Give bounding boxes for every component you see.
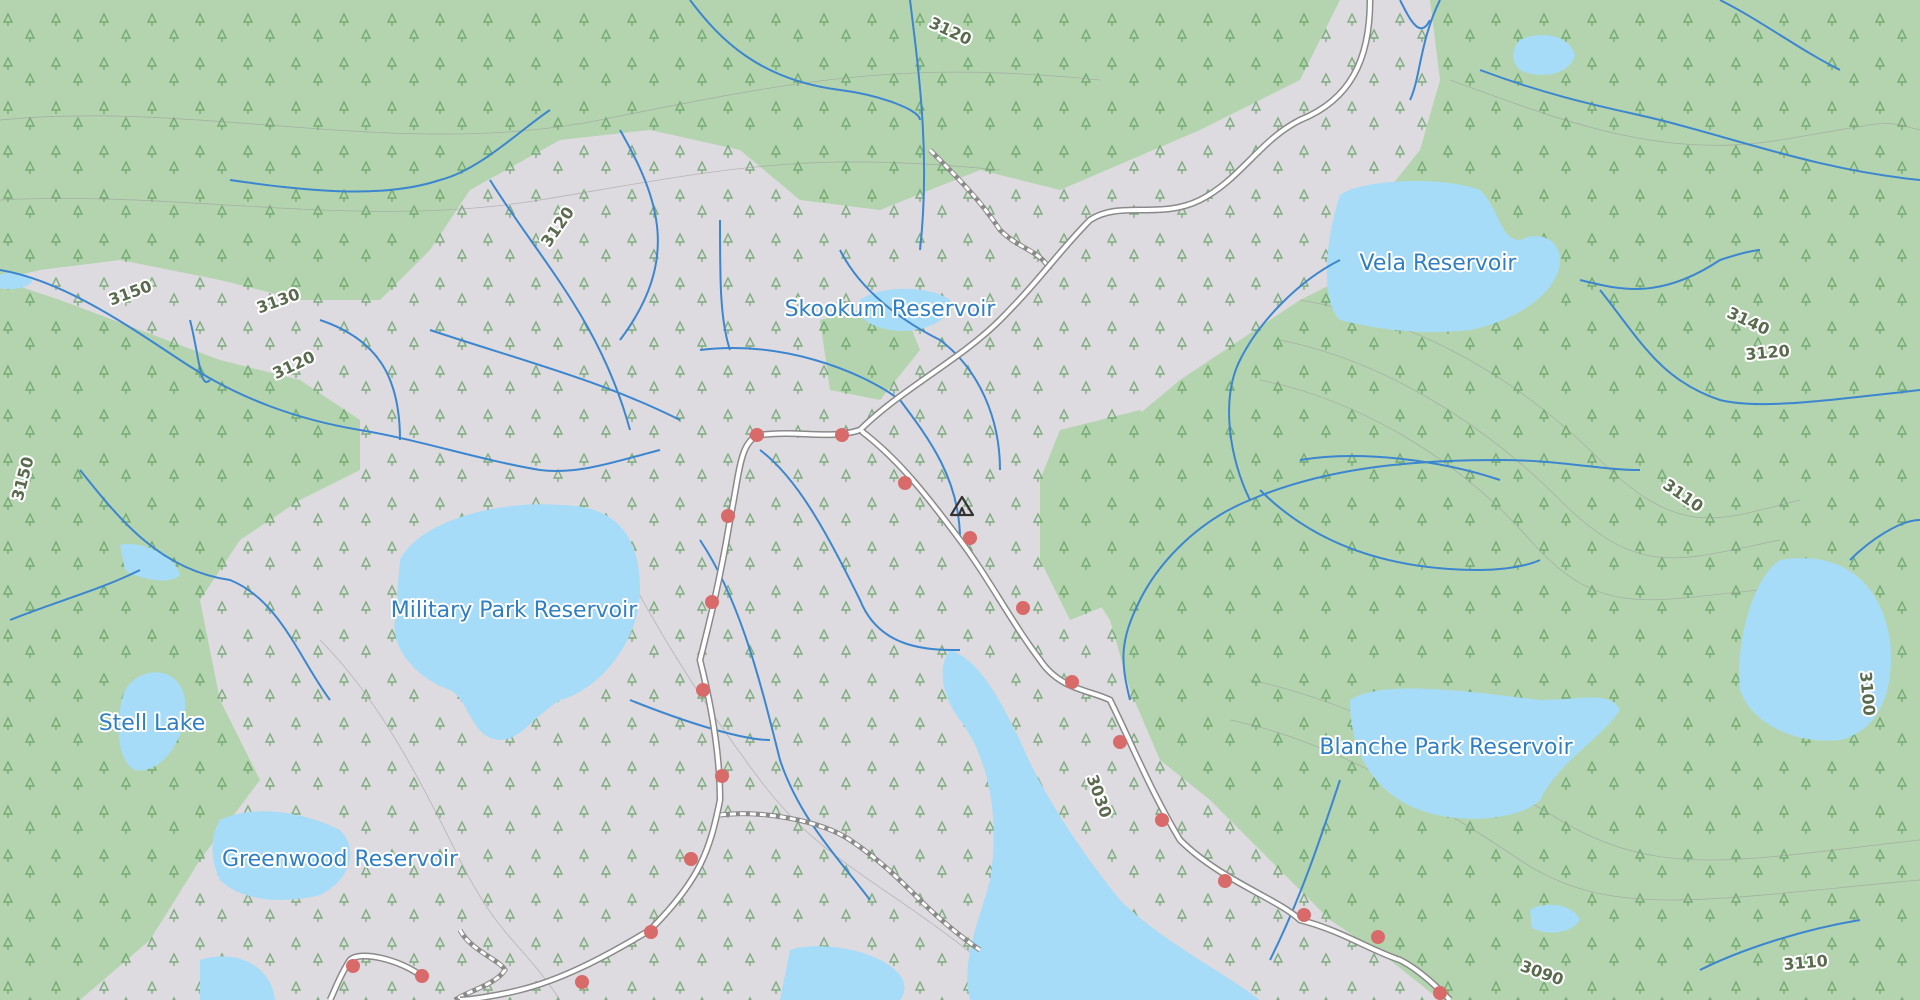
trail-marker[interactable] xyxy=(644,925,658,939)
trail-marker[interactable] xyxy=(696,683,710,697)
lake-label-blanche-park[interactable]: Blanche Park Reservoir xyxy=(1317,733,1575,762)
trail-marker[interactable] xyxy=(415,969,429,983)
trail-marker[interactable] xyxy=(835,428,849,442)
trail-marker[interactable] xyxy=(575,975,589,989)
lake-label-greenwood[interactable]: Greenwood Reservoir xyxy=(220,845,461,874)
trail-marker[interactable] xyxy=(1218,874,1232,888)
trail-marker[interactable] xyxy=(721,509,735,523)
trail-marker[interactable] xyxy=(1155,813,1169,827)
trail-marker[interactable] xyxy=(1371,930,1385,944)
trail-marker[interactable] xyxy=(1016,601,1030,615)
contour-label: 3110 xyxy=(1783,951,1829,974)
trail-marker[interactable] xyxy=(1065,675,1079,689)
trail-marker[interactable] xyxy=(346,959,360,973)
trail-marker[interactable] xyxy=(684,852,698,866)
trail-marker[interactable] xyxy=(1433,986,1447,1000)
trail-marker[interactable] xyxy=(1113,735,1127,749)
trail-marker[interactable] xyxy=(705,595,719,609)
trail-marker[interactable] xyxy=(898,476,912,490)
trail-marker[interactable] xyxy=(750,428,764,442)
lake-label-stell[interactable]: Stell Lake xyxy=(97,709,208,738)
lake-label-vela[interactable]: Vela Reservoir xyxy=(1358,249,1520,278)
topographic-map[interactable]: Skookum Reservoir Vela Reservoir Militar… xyxy=(0,0,1920,1000)
contour-label: 3100 xyxy=(1856,671,1879,717)
contour-label: 3120 xyxy=(1745,341,1791,364)
trail-marker[interactable] xyxy=(963,531,977,545)
lake-label-skookum[interactable]: Skookum Reservoir xyxy=(783,295,999,324)
trail-marker[interactable] xyxy=(1297,908,1311,922)
trail-marker[interactable] xyxy=(715,769,729,783)
lake-label-military-park[interactable]: Military Park Reservoir xyxy=(389,596,640,625)
